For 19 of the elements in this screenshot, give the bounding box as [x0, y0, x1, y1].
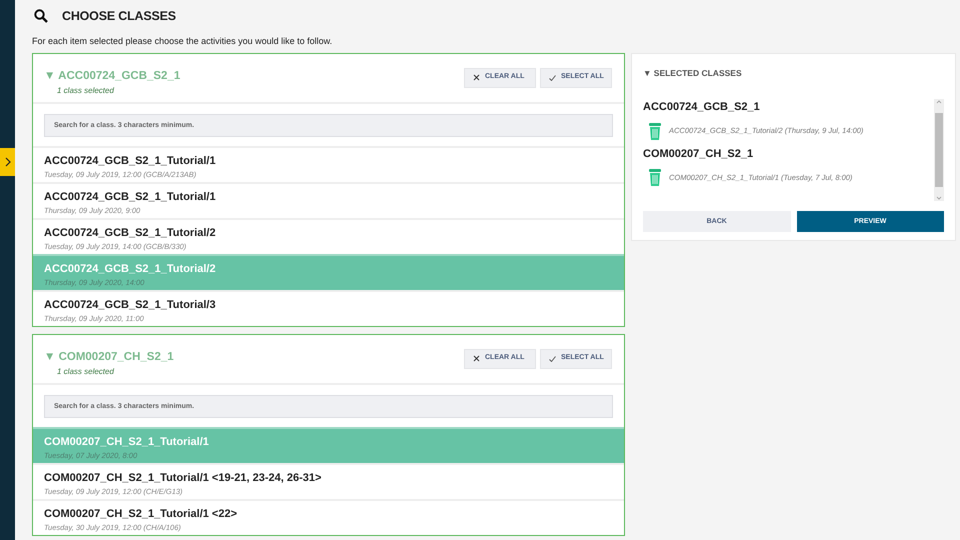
chevron-icon	[4, 157, 10, 167]
trash-icon[interactable]	[649, 168, 661, 186]
search-icon	[34, 9, 48, 23]
selected-group-title: COM00207_CH_S2_1	[643, 146, 754, 162]
panel-title[interactable]: ▼ SELECTED CLASSES	[643, 66, 944, 80]
check-icon	[549, 356, 556, 362]
selection-count: 1 class selected	[56, 84, 115, 97]
selection-count: 1 class selected	[56, 366, 115, 378]
page-title: CHOOSE CLASSES	[62, 8, 176, 25]
close-icon	[473, 74, 480, 81]
instruction-text: For each item selected please choose the activities you would like to follow.	[32, 35, 334, 48]
check-icon	[549, 74, 556, 80]
sidebar-toggle[interactable]	[0, 148, 15, 176]
scroll-up-icon[interactable]	[936, 99, 942, 104]
selected-group-title: ACC00724_GCB_S2_1	[643, 100, 761, 116]
trash-icon[interactable]	[649, 122, 661, 140]
close-icon	[473, 355, 480, 362]
scrollbar[interactable]	[934, 99, 944, 202]
scroll-down-icon[interactable]	[936, 196, 942, 202]
